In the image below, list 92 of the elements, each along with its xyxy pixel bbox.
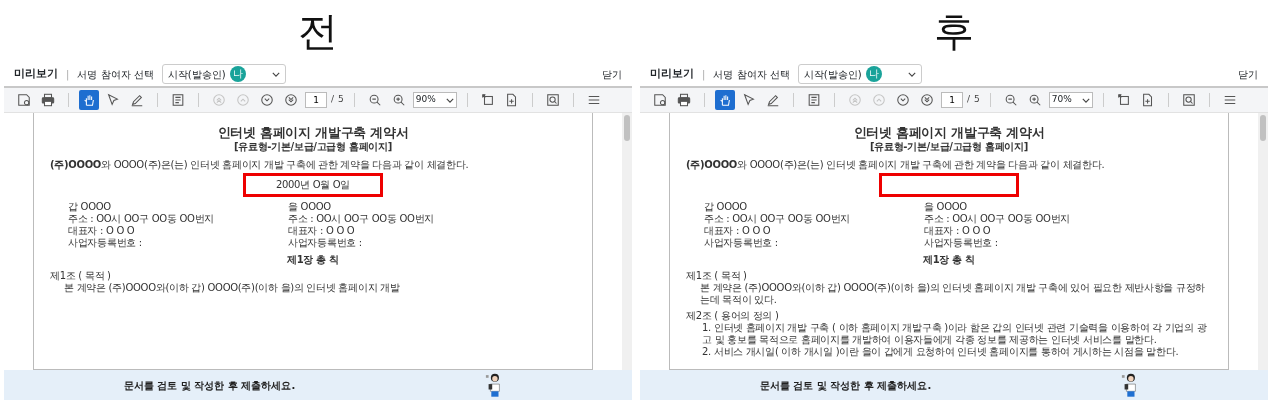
party-field: 사업자등록번호 :: [288, 237, 508, 249]
zoom-value: 70%: [1051, 93, 1072, 107]
chapter-heading: 제1장 총 칙: [922, 254, 976, 266]
article-text: 본 계약은 (주)OOOO와(이하 갑) OOOO(주)(이하 을)의 인터넷 홈페이지 개발 구축에 있어 필요한 제반사항을 규정하는데 목적이 있다.: [699, 282, 1207, 306]
chevron-icon: [907, 71, 916, 77]
article-text: 본 계약은 (주)OOOO와(이하 갑) OOOO(주)(이하 을)의 인터넷 홈페이지 개발: [63, 282, 401, 294]
chevron-icon: [271, 71, 280, 77]
chevron-icon: [1081, 97, 1090, 103]
zoom-out-icon: [367, 93, 382, 107]
document-title: 인터넷 홈페이지 개발구축 계약서: [852, 125, 1046, 141]
zoom-select[interactable]: 90%: [412, 92, 457, 108]
page-total: 5: [338, 93, 344, 107]
hand-button[interactable]: [79, 90, 99, 110]
party-field: 갑 OOOO: [704, 201, 924, 213]
party-field: 대표자 : O O O: [288, 225, 508, 237]
zoom-in-icon: [1027, 93, 1042, 107]
pen-icon: [130, 93, 144, 107]
zoom-select[interactable]: 70%: [1048, 92, 1093, 108]
scrollbar[interactable]: [622, 113, 632, 370]
close-link[interactable]: 닫기: [602, 66, 622, 82]
chapter-heading: 제1장 총 칙: [286, 254, 340, 266]
participant-label: 서명 참여자 선택: [77, 67, 154, 82]
party-field: 대표자 : O O O: [924, 225, 1144, 237]
party-field: 주소 : OO시 OO구 OO동 OO번지: [288, 213, 508, 225]
page-number-field[interactable]: 1: [305, 92, 327, 108]
panel-caption: 전: [297, 7, 339, 56]
participant-name: 시작(발송인): [803, 67, 862, 82]
avatar-badge: 나: [229, 66, 246, 82]
menu-icon: [586, 93, 601, 107]
party-field: 갑 OOOO: [68, 201, 288, 213]
fit-page-icon: [1116, 93, 1131, 107]
add-page-icon: [1140, 93, 1155, 107]
article-heading: 제1조 ( 목적 ): [686, 270, 748, 282]
separator: |: [702, 67, 706, 82]
party-field: 사업자등록번호 :: [924, 237, 1144, 249]
save-icon: [653, 93, 667, 107]
menu-icon: [1222, 93, 1237, 107]
participant-name: 시작(발송인): [167, 67, 226, 82]
hand-button[interactable]: [715, 90, 735, 110]
article-heading: 제1조 ( 목적 ): [50, 270, 112, 282]
participant-select[interactable]: 시작(발송인) 나: [161, 64, 286, 84]
preview-title: 미리보기: [14, 65, 58, 82]
document-icon: [171, 93, 185, 107]
party-field: 대표자 : O O O: [68, 225, 288, 237]
search-icon: [545, 93, 560, 107]
party-field: 주소 : OO시 OO구 OO동 OO번지: [704, 213, 924, 225]
document-subtitle: [유료형-기본/보급/고급형 홈페이지]: [868, 141, 1030, 153]
contract-date: 2000년 O월 O일: [275, 179, 351, 191]
separator: |: [66, 67, 70, 82]
fit-page-icon: [480, 93, 495, 107]
party-field: 대표자 : O O O: [704, 225, 924, 237]
participant-select[interactable]: 시작(발송인) 나: [797, 64, 922, 84]
panel-caption: 후: [933, 7, 975, 56]
print-icon: [41, 93, 55, 107]
pointer-icon: [742, 93, 756, 107]
close-link[interactable]: 닫기: [1238, 66, 1258, 82]
pen-icon: [766, 93, 780, 107]
document-icon: [807, 93, 821, 107]
page-number-field[interactable]: 1: [941, 92, 963, 108]
zoom-in-icon: [391, 93, 406, 107]
zoom-value: 90%: [415, 93, 436, 107]
party-field: 사업자등록번호 :: [68, 237, 288, 249]
party-field: 을 OOOO: [924, 201, 1144, 213]
hand-icon: [718, 93, 732, 107]
preview-title: 미리보기: [650, 65, 694, 82]
article-item: 2. 서비스 개시일( 이하 개시일 )이란 을이 갑에게 요청하여 인터넷 홈페이지를 통하여 게시하는 시점을 말한다.: [701, 346, 1180, 358]
add-page-icon: [504, 93, 519, 107]
scrollbar[interactable]: [1258, 113, 1268, 370]
document-paragraph: (주)OOOO와 OOOO(주)은(는) 인터넷 홈페이지 개발 구축에 관한 계약을 다음과 같이 체결한다.: [50, 159, 470, 171]
zoom-out-icon: [1003, 93, 1018, 107]
party-field: 주소 : OO시 OO구 OO동 OO번지: [68, 213, 288, 225]
document-subtitle: [유료형-기본/보급/고급형 홈페이지]: [232, 141, 394, 153]
page-separator: /: [967, 93, 971, 107]
pointer-icon: [106, 93, 120, 107]
chevron-icon: [445, 97, 454, 103]
party-field: 주소 : OO시 OO구 OO동 OO번지: [924, 213, 1144, 225]
article-heading: 제2조 ( 용어의 정의 ): [686, 310, 780, 322]
hand-icon: [82, 93, 96, 107]
page-total: 5: [974, 93, 980, 107]
party-field: 을 OOOO: [288, 201, 508, 213]
avatar-badge: 나: [865, 66, 882, 82]
save-icon: [17, 93, 31, 107]
page-separator: /: [331, 93, 335, 107]
document-title: 인터넷 홈페이지 개발구축 계약서: [216, 125, 410, 141]
notice-text: 문서를 검토 및 작성한 후 제출하세요.: [124, 378, 296, 393]
participant-label: 서명 참여자 선택: [713, 67, 790, 82]
party-field: 사업자등록번호 :: [704, 237, 924, 249]
document-paragraph: (주)OOOO와 OOOO(주)은(는) 인터넷 홈페이지 개발 구축에 관한 계약을 다음과 같이 체결한다.: [686, 159, 1106, 171]
notice-text: 문서를 검토 및 작성한 후 제출하세요.: [760, 378, 932, 393]
print-icon: [677, 93, 691, 107]
article-item: 1. 인터넷 홈페이지 개발 구축 ( 이하 홈페이지 개발구축 )이라 함은 갑의 인터넷 관련 기술력을 이용하여 각 기업의 광고 및 홍보를 목적으로 홈페이지를 개발하여 이용자들에게 각종 정보를 제공하는 인터넷 서비스를 말한다.: [701, 322, 1208, 346]
search-icon: [1181, 93, 1196, 107]
